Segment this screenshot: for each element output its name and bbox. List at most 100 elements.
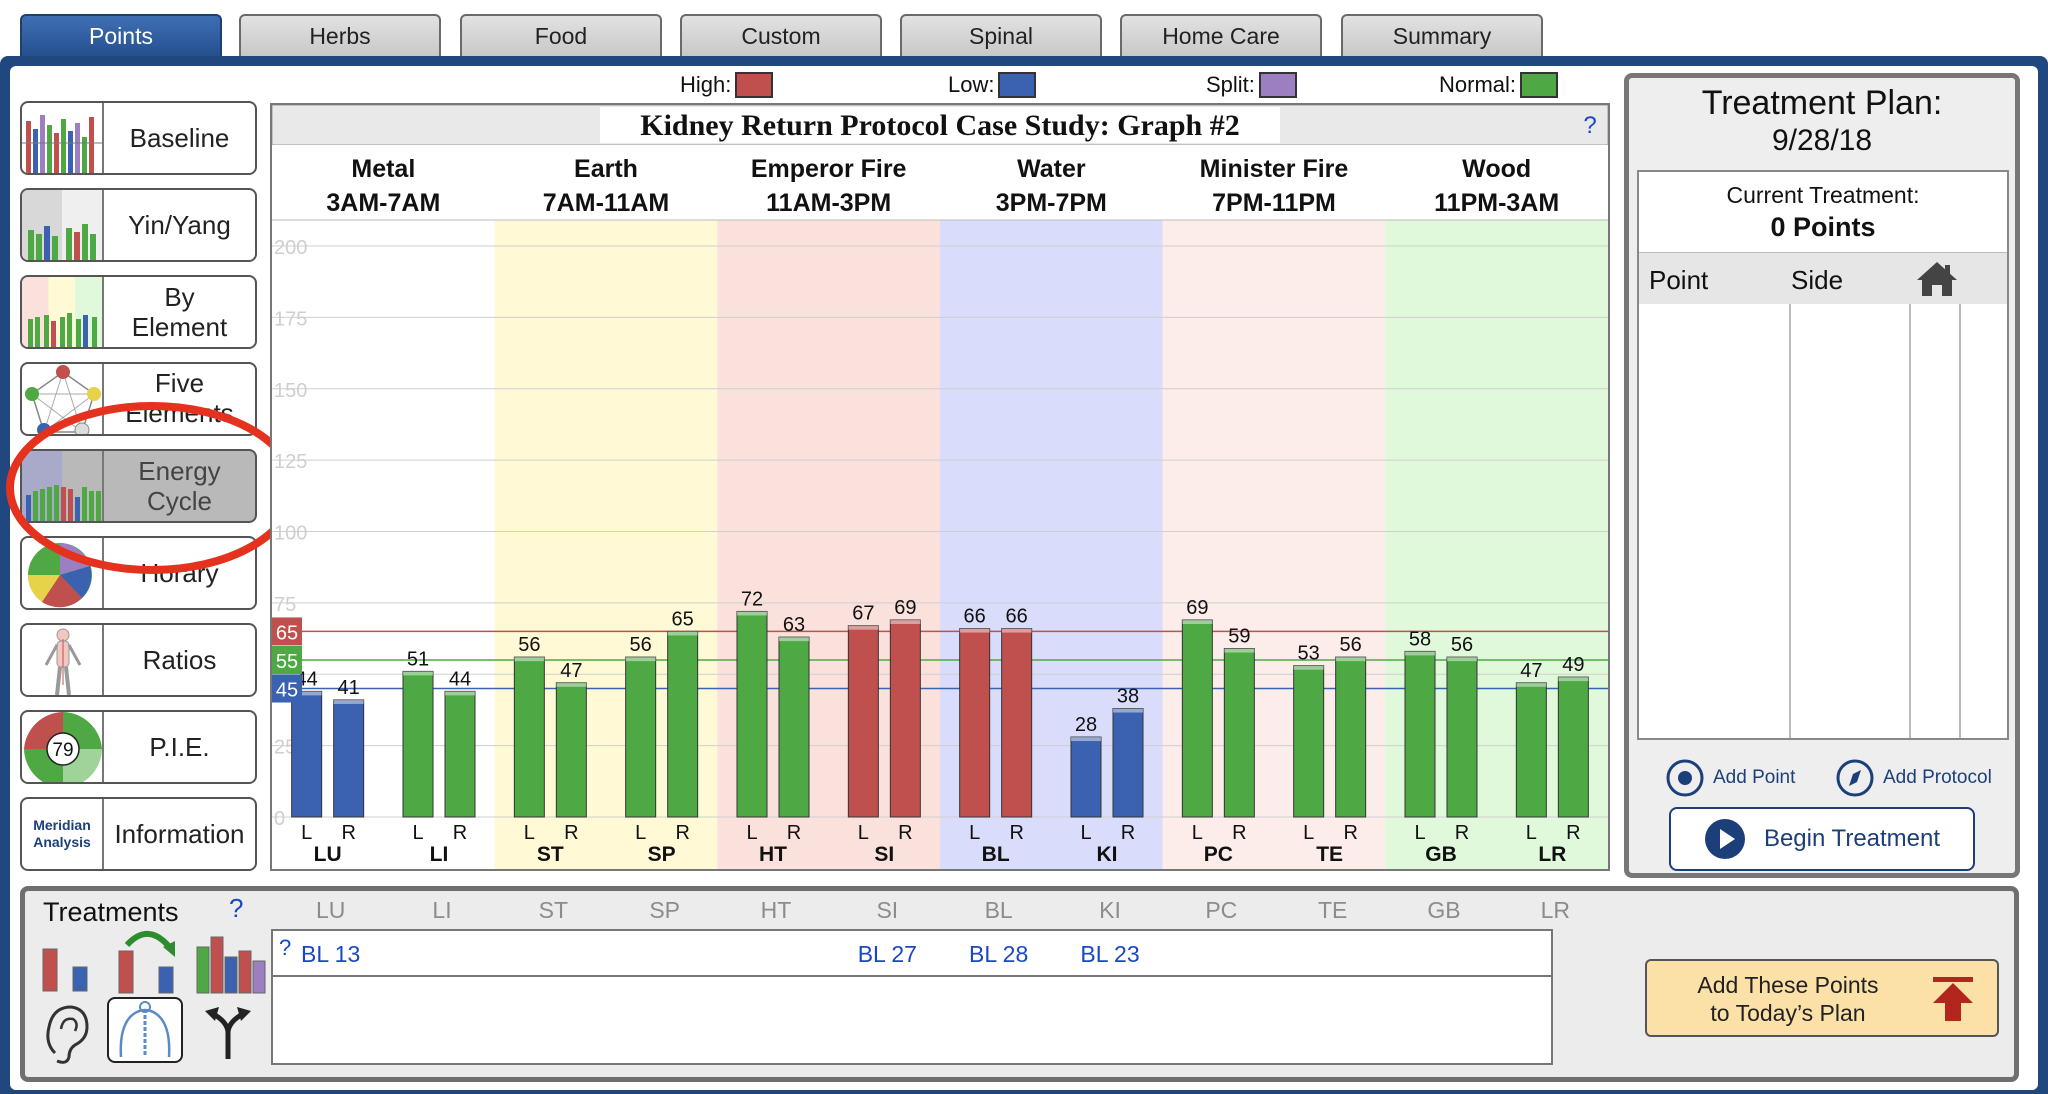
legend-split: Split: (1206, 72, 1297, 98)
bar-HT-R (778, 636, 810, 818)
bar-cap-LU-R (333, 699, 364, 704)
treatment-header-PC: PC (1205, 897, 1238, 923)
single-bar-treatment-icon[interactable] (37, 937, 99, 995)
bar-cap-LI-R (445, 691, 475, 696)
compass-icon (1836, 759, 1874, 797)
treatment-header-LI: LI (432, 897, 452, 923)
tab-herbs[interactable]: Herbs (239, 14, 441, 56)
legend-low-label: Low: (948, 72, 995, 97)
bar-value-GB-R: 56 (1451, 634, 1473, 656)
multi-bar-treatment-icon[interactable] (193, 927, 273, 995)
nav-by-element[interactable]: By Element (20, 275, 257, 349)
treatment-point-LU[interactable]: BL 13 (291, 941, 371, 968)
side-label-KI-L: L (1080, 822, 1091, 844)
nav-yin-yang[interactable]: Yin/Yang (20, 188, 257, 262)
bar-cap-PC-R (1224, 648, 1255, 653)
category-label-HT: HT (759, 843, 787, 866)
bar-cap-SI-L (848, 625, 879, 630)
bar-cap-BL-L (959, 628, 990, 633)
legend-low: Low: (948, 72, 1037, 98)
nav-pie[interactable]: 79 P.I.E. (20, 710, 257, 784)
bar-value-TE-R: 56 (1340, 634, 1362, 656)
bar-value-SP-L: 56 (630, 634, 652, 656)
current-treatment-box: Current Treatment: 0 Points Point Side (1637, 170, 2009, 740)
nav-information[interactable]: Meridian Analysis Information (20, 797, 257, 871)
energy-cycle-graph: Kidney Return Protocol Case Study: Graph… (270, 103, 1610, 871)
tab-points[interactable]: Points (20, 14, 222, 56)
target-icon (1666, 759, 1704, 797)
y-tick-175: 175 (274, 308, 307, 330)
ear-icon[interactable] (41, 1001, 93, 1067)
bar-cap-TE-L (1293, 665, 1324, 670)
bar-GB-L (1404, 650, 1436, 818)
bar-cap-TE-R (1335, 657, 1366, 662)
category-label-SP: SP (648, 843, 676, 866)
element-time-0: 3AM-7AM (326, 189, 440, 217)
begin-treatment-button[interactable]: Begin Treatment (1669, 807, 1975, 871)
bar-cap-LR-L (1516, 682, 1547, 687)
legend-normal-swatch (1520, 72, 1559, 98)
treatment-header-LU: LU (315, 897, 346, 923)
side-label-LU-R: R (341, 822, 355, 844)
add-points-to-plan-button[interactable]: Add These Points to Today’s Plan (1645, 959, 1999, 1037)
legend-low-swatch (998, 72, 1037, 98)
energy-cycle-chart: Kidney Return Protocol Case Study: Graph… (271, 104, 1609, 869)
treatment-header-HT: HT (760, 897, 792, 923)
element-time-2: 11AM-3PM (766, 189, 891, 217)
tab-summary[interactable]: Summary (1341, 14, 1543, 56)
side-label-HT-L: L (746, 822, 757, 844)
element-name-4: Minister Fire (1200, 155, 1349, 183)
tab-food[interactable]: Food (460, 14, 662, 56)
treatment-point-SI[interactable]: BL 27 (847, 941, 927, 968)
treatments-help-icon[interactable]: ? (229, 893, 243, 924)
by-element-thumbnail (22, 277, 104, 347)
fork-arrows-icon[interactable] (195, 1001, 261, 1063)
side-label-KI-R: R (1121, 822, 1135, 844)
treatments-title: Treatments (43, 897, 179, 927)
side-label-SI-R: R (898, 822, 912, 844)
bar-value-LR-R: 49 (1562, 654, 1584, 676)
y-tick-0: 0 (274, 808, 285, 830)
treatment-plan-panel: Treatment Plan: 9/28/18 Current Treatmen… (1624, 73, 2020, 878)
category-label-LI: LI (430, 843, 449, 866)
side-label-LU-L: L (301, 822, 312, 844)
tab-custom[interactable]: Custom (680, 14, 882, 56)
bar-LI-R (444, 690, 476, 818)
side-label-TE-R: R (1343, 822, 1357, 844)
treatment-header-ST: ST (538, 897, 569, 923)
baseline-thumbnail (22, 103, 104, 173)
add-point-button[interactable]: Add Point (1665, 758, 1795, 798)
side-label-SI-L: L (858, 822, 869, 844)
side-label-LR-R: R (1566, 822, 1580, 844)
bar-value-GB-L: 58 (1409, 628, 1431, 650)
bar-cap-GB-L (1405, 651, 1435, 656)
bar-LI-L (402, 670, 434, 818)
bar-TE-R (1335, 656, 1367, 818)
bar-LR-L (1515, 682, 1547, 818)
bar-SI-L (847, 625, 879, 818)
treatment-point-KI[interactable]: BL 23 (1070, 941, 1150, 968)
spine-treatment-button[interactable] (107, 997, 183, 1063)
element-time-4: 7PM-11PM (1212, 189, 1336, 217)
tab-spinal[interactable]: Spinal (900, 14, 1102, 56)
legend-normal: Normal: (1439, 72, 1559, 98)
transfer-treatment-icon[interactable] (113, 927, 185, 995)
bar-cap-ST-R (556, 682, 587, 687)
add-protocol-button[interactable]: Add Protocol (1835, 758, 1992, 798)
bar-KI-R (1112, 708, 1144, 818)
bar-cap-SP-R (667, 631, 698, 636)
side-label-TE-L: L (1303, 822, 1314, 844)
bar-cap-SP-L (625, 657, 656, 662)
bar-cap-HT-R (779, 637, 809, 642)
nav-ratios[interactable]: Ratios (20, 623, 257, 697)
tab-home-care[interactable]: Home Care (1120, 14, 1322, 56)
nav-baseline[interactable]: Baseline (20, 101, 257, 175)
nav-baseline-label: Baseline (129, 123, 230, 153)
add-points-to-plan-label: Add These Points to Today’s Plan (1697, 972, 1879, 1026)
treatment-point-BL[interactable]: BL 28 (959, 941, 1039, 968)
play-icon (1704, 819, 1745, 859)
bar-cap-LI-L (403, 671, 433, 676)
bar-LR-R (1557, 676, 1589, 818)
bar-value-SP-R: 65 (672, 608, 694, 630)
row-help-icon[interactable]: ? (279, 935, 291, 961)
